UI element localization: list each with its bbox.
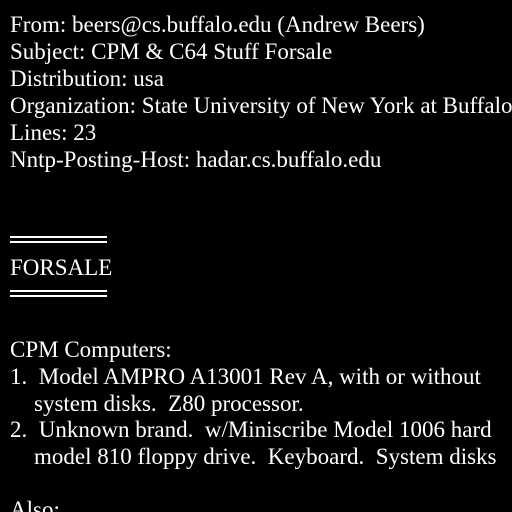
subject-header: Subject: CPM & C64 Stuff Forsale (10, 39, 333, 64)
divider-top-1 (10, 236, 107, 238)
list-item-1-continued: system disks. Z80 processor. (34, 391, 304, 416)
list-item-2-continued: model 810 floppy drive. Keyboard. System… (34, 444, 497, 469)
forsale-heading: FORSALE (10, 255, 113, 280)
nntp-host-header: Nntp-Posting-Host: hadar.cs.buffalo.edu (10, 147, 382, 172)
from-header: From: beers@cs.buffalo.edu (Andrew Beers… (10, 12, 425, 37)
divider-bottom-2 (10, 295, 107, 297)
lines-header: Lines: 23 (10, 120, 97, 145)
section-title: CPM Computers: (10, 337, 172, 362)
distribution-header: Distribution: usa (10, 66, 164, 91)
divider-bottom-1 (10, 290, 107, 292)
organization-header: Organization: State University of New Yo… (10, 93, 512, 118)
list-item-1: 1. Model AMPRO A13001 Rev A, with or wit… (10, 364, 481, 389)
also-label: Also: (10, 497, 60, 512)
list-item-2: 2. Unknown brand. w/Miniscribe Model 100… (10, 417, 492, 442)
divider-top-2 (10, 241, 107, 243)
newsgroup-post: From: beers@cs.buffalo.edu (Andrew Beers… (0, 0, 512, 512)
